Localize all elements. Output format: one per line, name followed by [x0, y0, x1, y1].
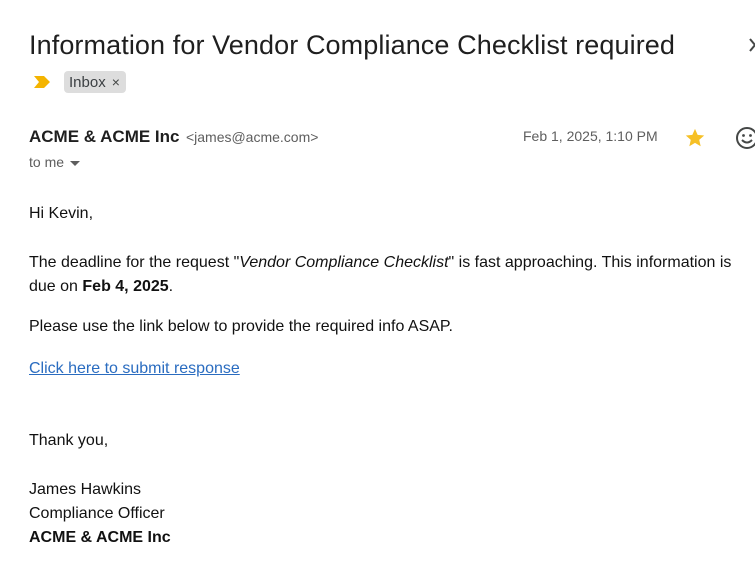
deadline-text-end: .	[168, 278, 174, 295]
close-icon[interactable]	[744, 34, 755, 60]
email-signature: James Hawkins Compliance Officer ACME & …	[29, 478, 171, 550]
email-subject: Information for Vendor Compliance Checkl…	[29, 30, 676, 60]
remove-label-button[interactable]: ×	[112, 75, 120, 89]
importance-marker-icon[interactable]	[33, 75, 51, 89]
request-name: Vendor Compliance Checklist	[239, 254, 449, 271]
sender-name[interactable]: ACME & ACME Inc	[29, 127, 180, 146]
email-greeting: Hi Kevin,	[29, 205, 94, 222]
submit-response-link[interactable]: Click here to submit response	[29, 360, 240, 377]
due-date: Feb 4, 2025	[82, 278, 169, 295]
signature-name: James Hawkins	[29, 481, 142, 498]
submit-response-link-row: Click here to submit response	[29, 357, 240, 381]
email-instruction: Please use the link below to provide the…	[29, 318, 453, 335]
recipient-text: to me	[29, 154, 65, 170]
email-closing: Thank you,	[29, 432, 109, 449]
signature-title: Compliance Officer	[29, 505, 165, 522]
chevron-down-icon[interactable]	[70, 160, 81, 166]
emoji-reaction-icon[interactable]	[735, 126, 755, 150]
deadline-text-start: The deadline for the request "	[29, 254, 240, 271]
label-chip-inbox: Inbox ×	[64, 71, 126, 93]
sender-email: <james@acme.com>	[185, 129, 319, 145]
star-icon[interactable]	[684, 127, 706, 149]
recipient-details[interactable]: to me	[29, 154, 81, 170]
label-chip-text: Inbox	[69, 73, 106, 91]
email-deadline-paragraph: The deadline for the request "Vendor Com…	[29, 251, 744, 299]
sender: ACME & ACME Inc <james@acme.com>	[29, 127, 318, 147]
signature-company: ACME & ACME Inc	[29, 529, 171, 546]
email-date: Feb 1, 2025, 1:10 PM	[523, 128, 658, 144]
